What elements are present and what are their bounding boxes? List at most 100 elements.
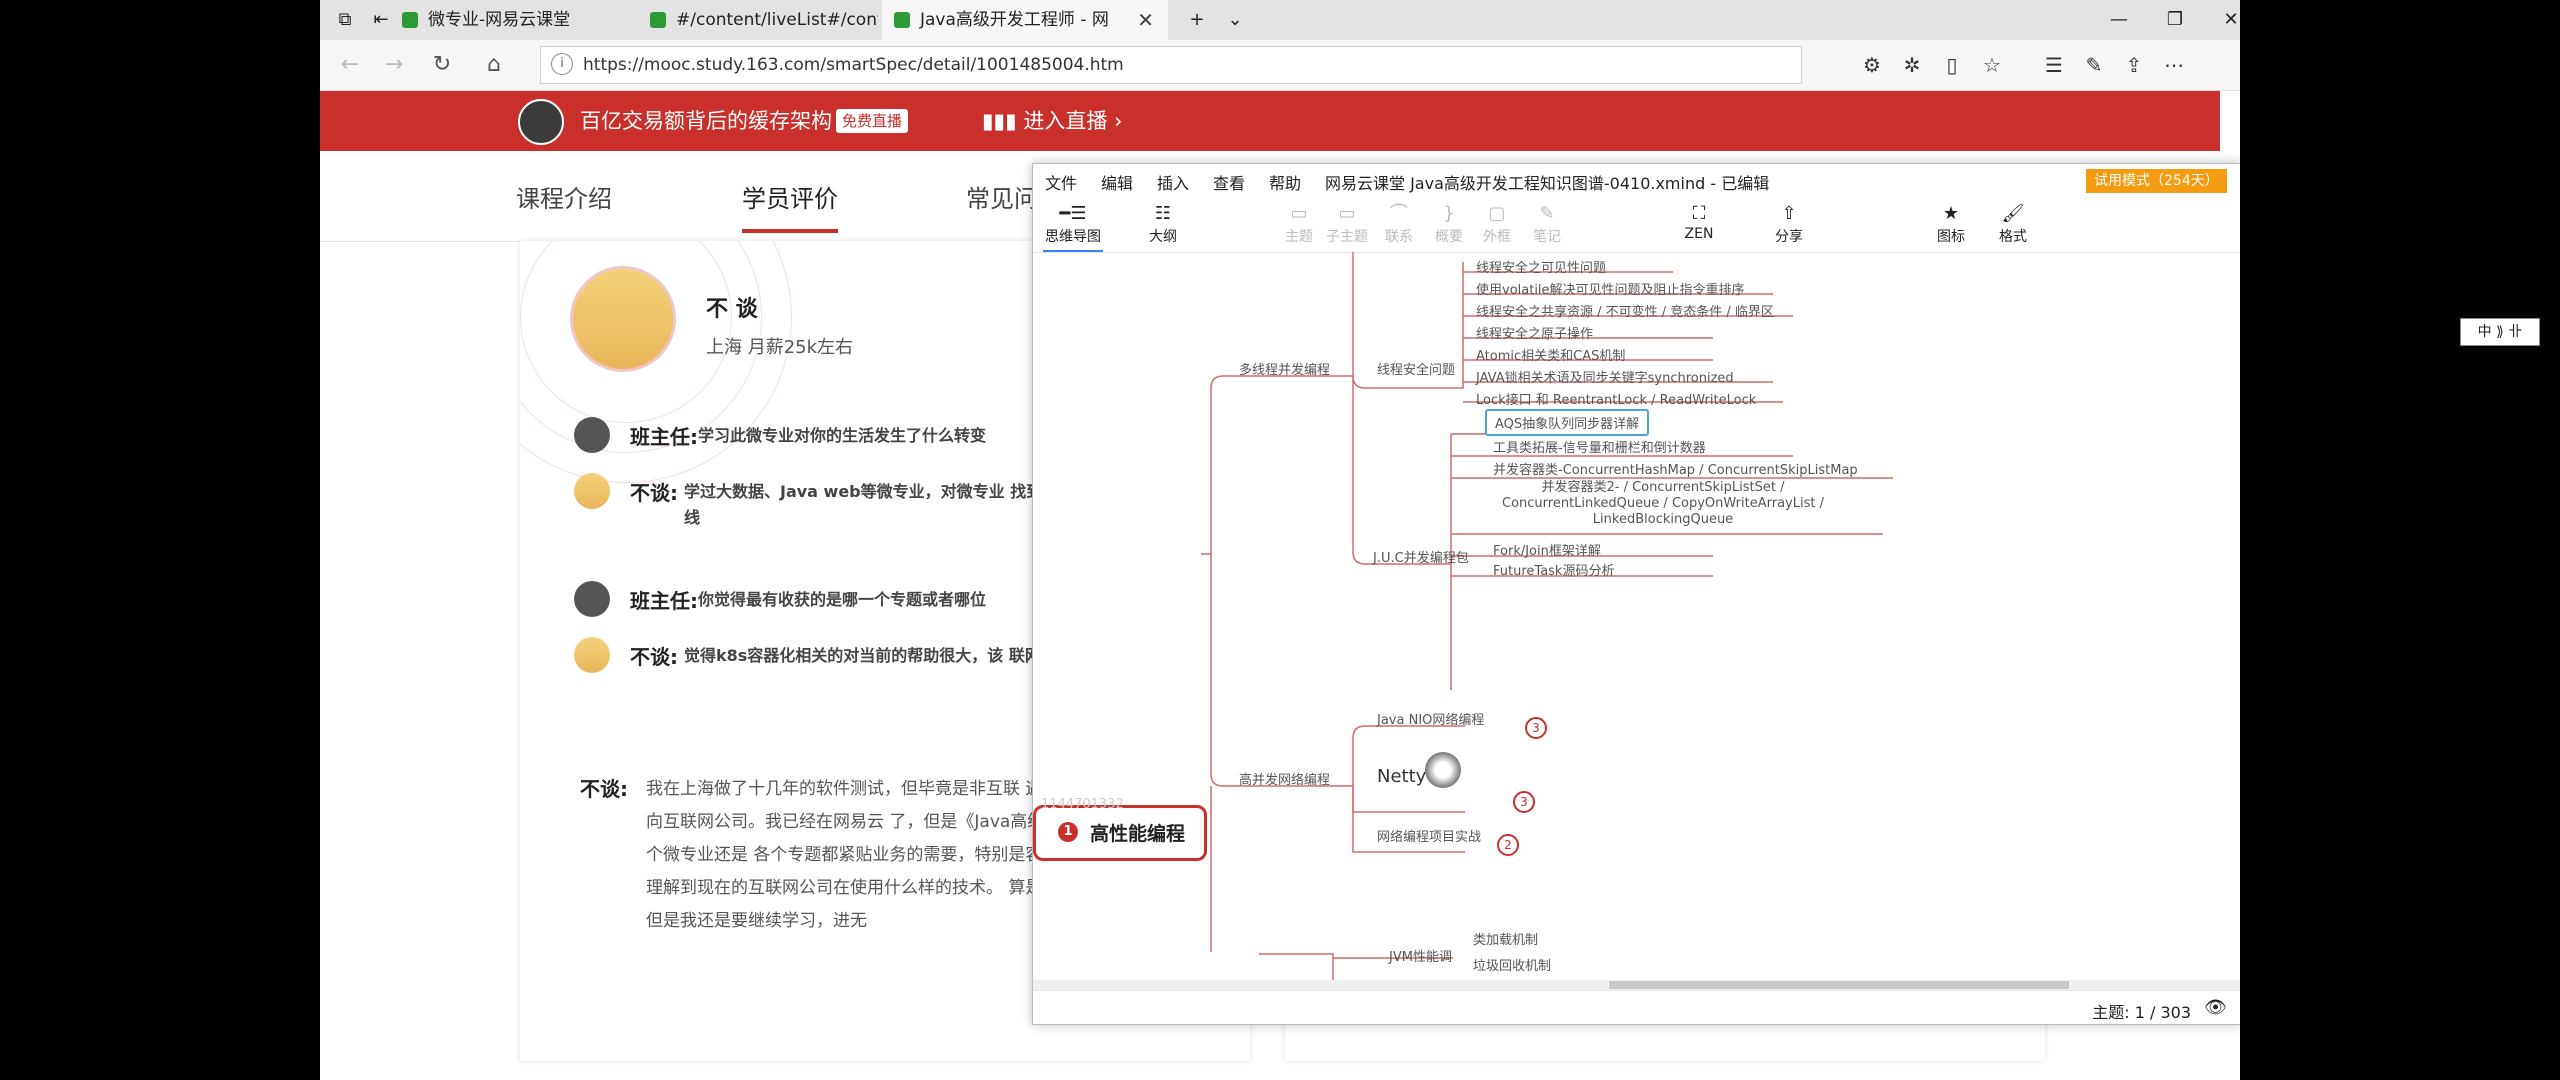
zen-button[interactable]: ⛶ ZEN [1669,202,1729,242]
tab-3[interactable]: Java高级开发工程师 - 网 ✕ [882,0,1168,40]
connector [1352,786,1465,813]
banner-title: 百亿交易额背后的缓存架构 [580,109,832,133]
scrollbar-thumb[interactable] [1609,981,2069,989]
favorites-list-icon[interactable]: ☰ [2034,40,2074,90]
refresh-icon[interactable]: ↻ [422,40,462,90]
watermark-text: 1144701332 [1041,797,1124,812]
tab-2[interactable]: #/content/liveList#/content, [650,0,878,40]
branch-topic[interactable]: 高并发网络编程 [1239,769,1330,788]
student-avatar-small [574,637,610,673]
url-text[interactable]: https://mooc.study.163.com/smartSpec/det… [583,47,1124,83]
tab-1[interactable]: 微专业-网易云课堂 [402,0,634,40]
connector [1201,375,1259,555]
leaf-topic[interactable]: 工具类拓展-信号量和栅栏和倒计数器 [1493,437,1706,456]
pen-icon[interactable]: ✎ [2074,40,2114,90]
collapsed-count[interactable]: 3 [1513,791,1535,813]
live-bars-icon: ▮▮▮ [982,109,1024,133]
speaker-avatar [518,99,564,145]
branch-topic[interactable]: 多线程并发编程 [1239,359,1330,378]
tab-favicon-icon [402,12,418,28]
menu-insert[interactable]: 插入 [1157,170,1189,194]
share-icon[interactable]: ⇪ [2114,40,2154,90]
menu-edit[interactable]: 编辑 [1101,170,1133,194]
trial-badge[interactable]: 试用模式（254天） [2086,169,2227,193]
extension-icon[interactable]: ⚙ [1852,40,1892,90]
qa-speaker: 不谈: [630,645,678,669]
leaf-topic[interactable]: 线程安全之可见性问题 [1476,257,1606,276]
subtopic[interactable]: J.U.C并发编程包 [1373,547,1469,566]
forward-icon[interactable]: → [374,40,414,90]
format-panel-button[interactable]: 🖌 格式 [1983,202,2043,246]
leaf-topic[interactable]: 垃圾回收机制 [1473,955,1551,974]
notes-button[interactable]: ✎ 笔记 [1517,202,1577,246]
tab-course-intro[interactable]: 课程介绍 [516,179,612,214]
leaf-topic[interactable]: 并发容器类2- / ConcurrentSkipListSet / Concur… [1493,480,1833,528]
subtopic[interactable]: JVM性能调 [1389,946,1452,965]
close-tab-icon[interactable]: ✕ [1137,0,1154,40]
info-icon[interactable]: i [551,53,573,75]
toolbar-label: 大纲 [1149,229,1177,245]
toolbar-label: ZEN [1684,226,1714,242]
ime-indicator[interactable]: 中 ⟫ 卝 [2460,318,2540,346]
leaf-topic[interactable]: Lock接口 和 ReentrantLock / ReadWriteLock [1476,389,1756,408]
minimize-icon[interactable]: — [2094,0,2144,40]
outline-view-button[interactable]: ☷ 大纲 [1133,202,1193,246]
tab-student-reviews[interactable]: 学员评价 [742,179,838,233]
leaf-topic[interactable]: Atomic相关类和CAS机制 [1476,345,1625,364]
xmind-status-bar: 主题: 1 / 303 👁 [1033,990,2240,1024]
priority-icon: 1 [1058,822,1078,842]
tab-aside-icon[interactable]: ⇤ [356,0,406,40]
url-field[interactable]: i https://mooc.study.163.com/smartSpec/d… [540,46,1802,84]
star-icon: ★ [1942,203,1960,224]
eye-icon[interactable]: 👁 [2204,997,2227,1018]
mindmap-view-button[interactable]: ━☰ 思维导图 [1043,202,1103,252]
share-button[interactable]: ⇧ 分享 [1759,202,1819,246]
icon-panel-button[interactable]: ★ 图标 [1921,202,1981,246]
selected-leaf-topic[interactable]: AQS抽象队列同步器详解 [1485,409,1650,436]
student-name: 不 谈 [706,297,758,322]
menu-view[interactable]: 查看 [1213,170,1245,194]
menu-file[interactable]: 文件 [1045,170,1077,194]
mindmap-icon: ━☰ [1059,203,1087,224]
subtopic-button[interactable]: ▭ 子主题 [1317,202,1377,246]
horizontal-scrollbar[interactable] [1033,980,2240,990]
live-banner[interactable]: 百亿交易额背后的缓存架构 免费直播 ▮▮▮ 进入直播 › [320,91,2220,151]
leaf-topic[interactable]: 并发容器类-ConcurrentHashMap / ConcurrentSkip… [1493,459,1858,478]
mindmap-canvas[interactable]: 多线程并发编程 线程安全问题 线程安全之可见性问题 使用volatile解决可见… [1033,252,2240,980]
document-title: 网易云课堂 Java高级开发工程知识图谱-0410.xmind - 已编辑 [1325,174,1770,193]
xmind-toolbar: ━☰ 思维导图 ☷ 大纲 ▭ 主题 ▭ 子主题 ⌒ 联系 } 概要 ▢ 外框 ✎ 笔记 ⛶ ZEN… [1033,196,2240,253]
more-icon[interactable]: ⋯ [2154,40,2194,90]
netty-logo-icon [1425,752,1461,788]
tab-label: 微专业-网易云课堂 [428,10,571,30]
restore-icon[interactable]: ❐ [2150,0,2200,40]
toolbar-label: 联系 [1385,229,1413,245]
favorite-star-icon[interactable]: ☆ [1972,40,2012,90]
leaf-topic[interactable]: FutureTask源码分析 [1493,560,1614,579]
reading-view-icon[interactable]: ▯ [1932,40,1972,90]
back-icon[interactable]: ← [330,40,370,90]
leaf-topic[interactable]: Fork/Join框架详解 [1493,540,1601,559]
leaf-topic[interactable]: 使用volatile解决可见性问题及阻止指令重排序 [1476,279,1745,298]
collapsed-count[interactable]: 2 [1497,834,1519,856]
leaf-topic[interactable]: 线程安全之共享资源 / 不可变性 / 竞态条件 / 临界区 [1476,301,1774,320]
close-window-icon[interactable]: ✕ [2206,0,2240,40]
connector [1343,252,1354,377]
zen-icon: ⛶ [1692,203,1706,224]
tab-faq[interactable]: 常见问 [966,179,1038,214]
chevron-down-icon[interactable]: ⌄ [1210,0,1260,40]
format-icon: 🖌 [2001,203,2025,224]
home-icon[interactable]: ⌂ [474,40,514,90]
collapsed-count[interactable]: 3 [1525,717,1547,739]
enter-live-button[interactable]: ▮▮▮ 进入直播 › [982,91,1122,151]
toolbar-label: 外框 [1483,229,1511,245]
leaf-topic[interactable]: 类加载机制 [1473,929,1538,948]
puzzle-icon[interactable]: ✲ [1892,40,1932,90]
leaf-topic[interactable]: JAVA锁相关术语及同步关键字synchronized [1476,367,1734,386]
subtopic[interactable]: Netty [1377,766,1426,787]
root-topic[interactable]: 1 高性能编程 [1033,805,1207,861]
subtopic[interactable]: 网络编程项目实战 [1377,826,1481,845]
leaf-topic[interactable]: 线程安全之原子操作 [1476,323,1593,342]
subtopic[interactable]: 线程安全问题 [1377,359,1455,378]
subtopic[interactable]: Java NIO网络编程 [1377,709,1484,728]
menu-help[interactable]: 帮助 [1269,170,1301,194]
